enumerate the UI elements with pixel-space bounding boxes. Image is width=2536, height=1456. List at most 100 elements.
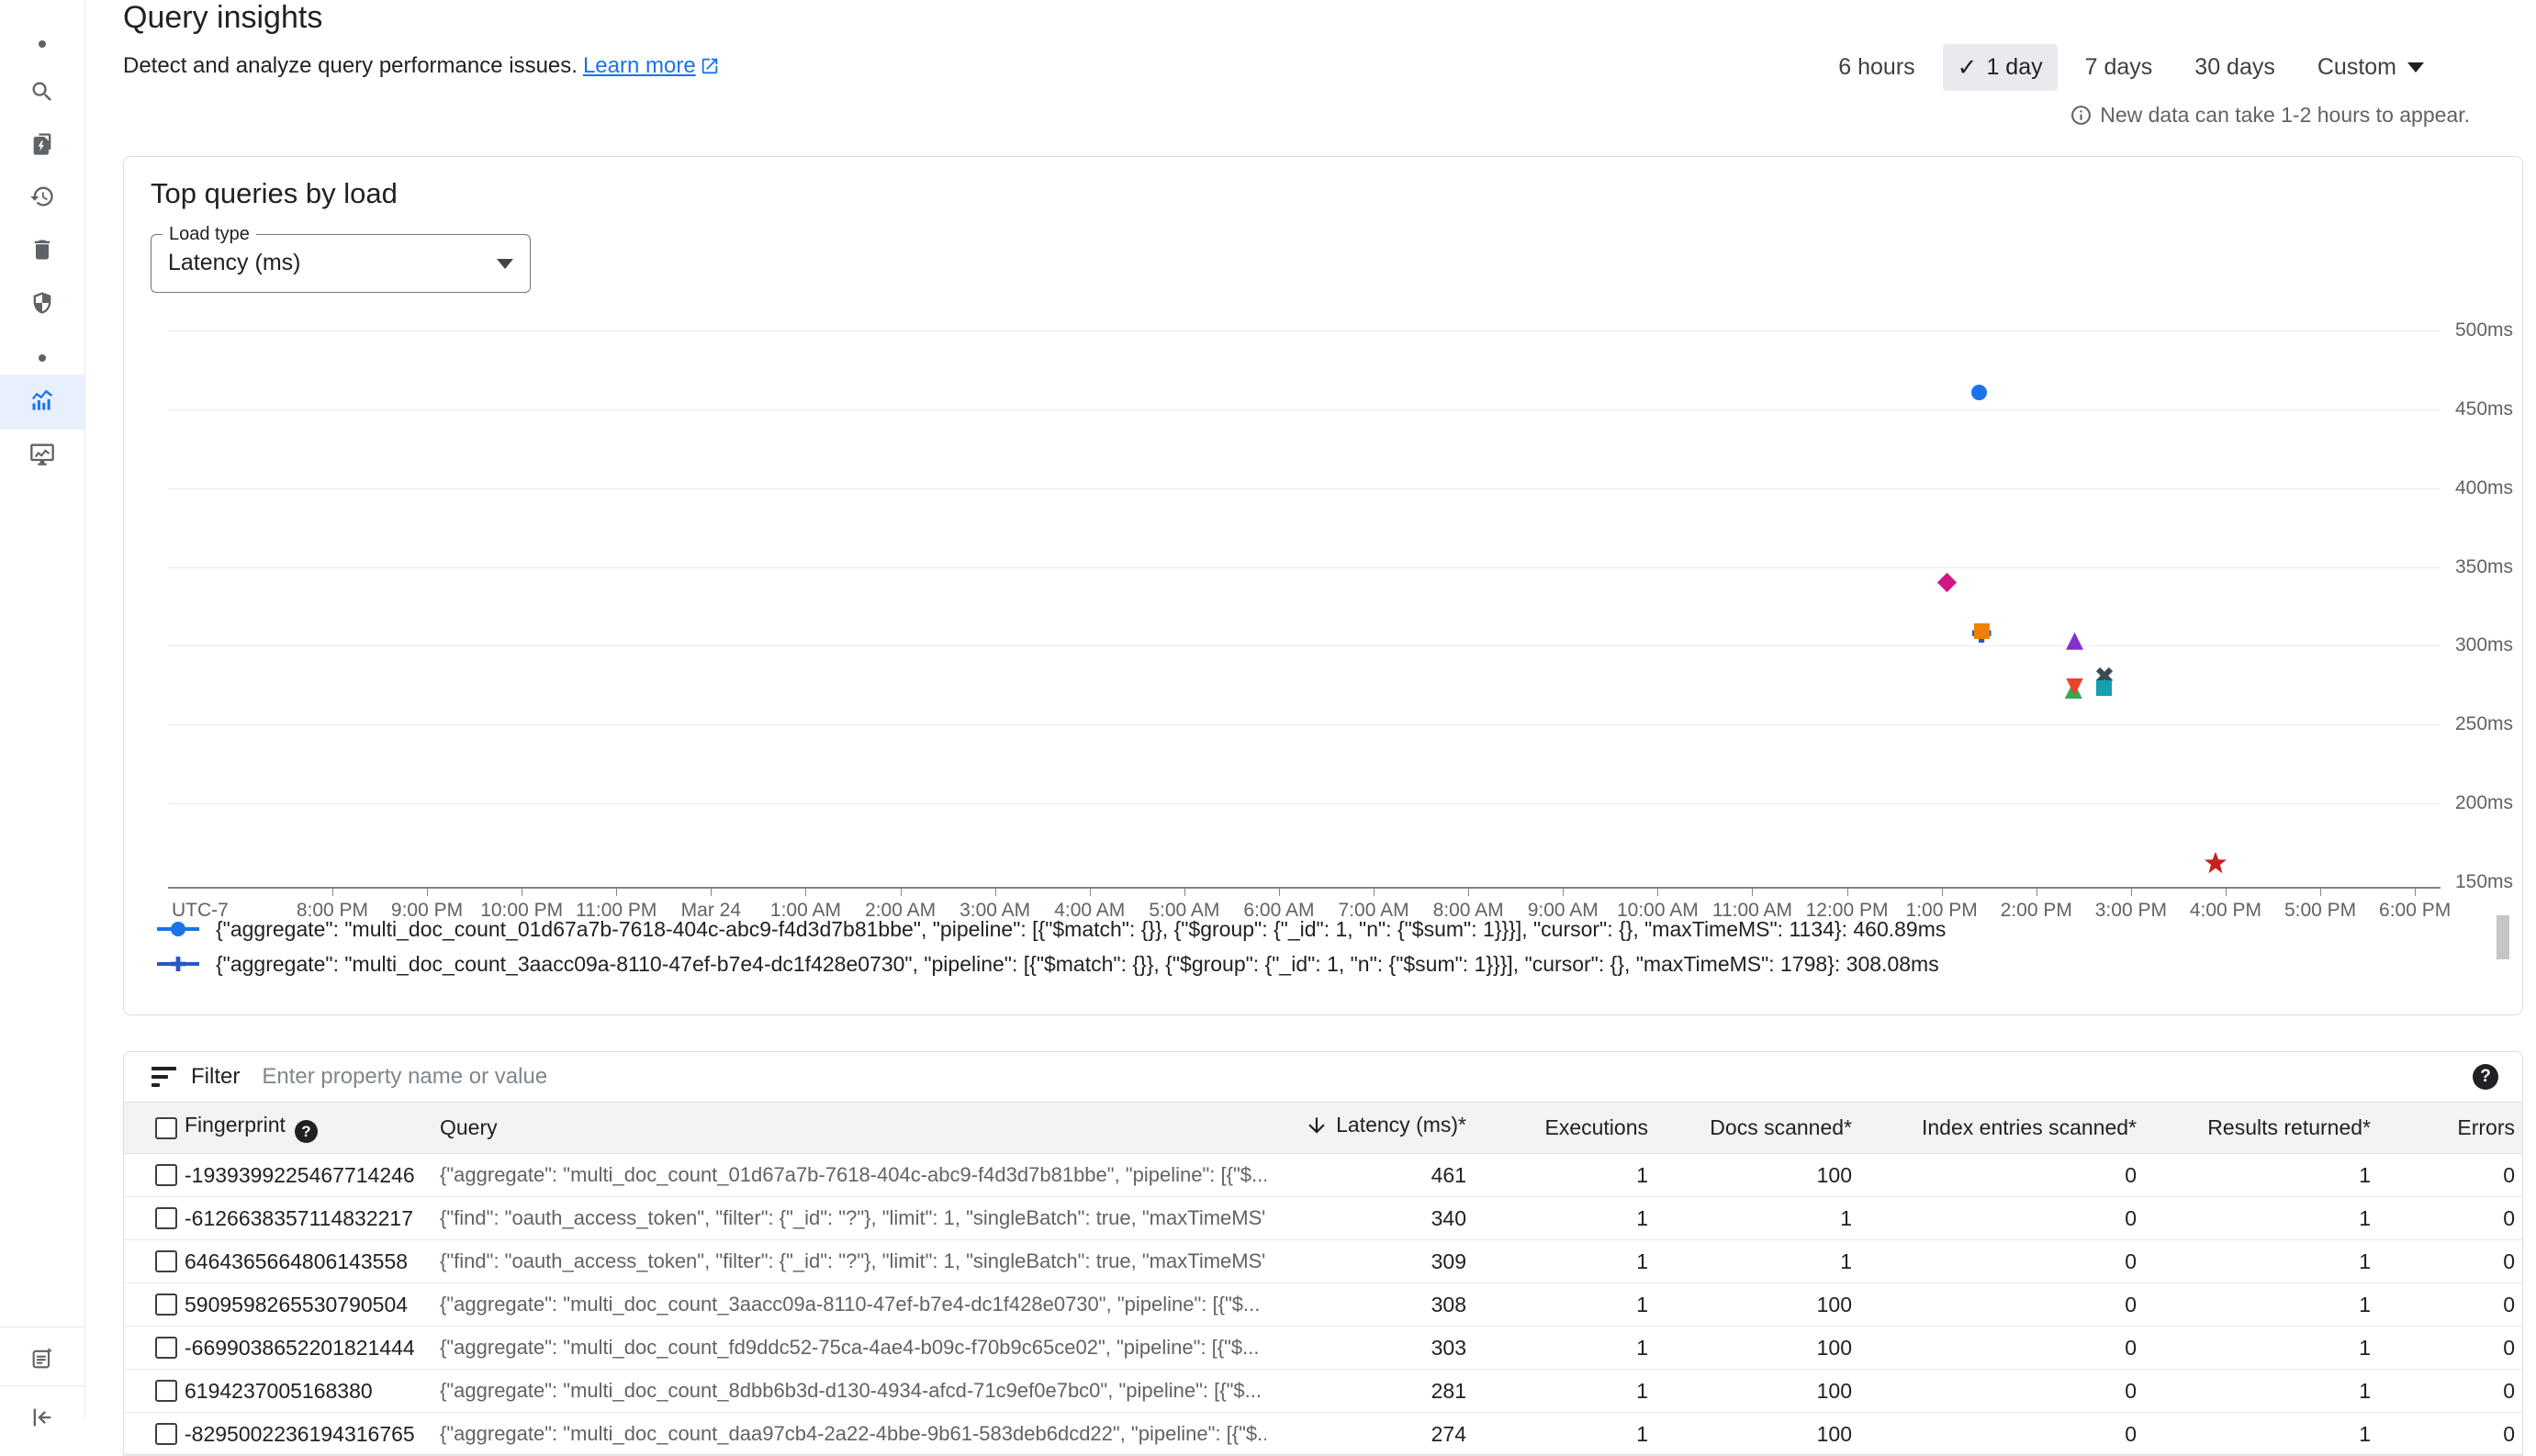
row-checkbox[interactable] <box>155 1164 177 1186</box>
column-header-executions: Executions <box>1466 1115 1648 1140</box>
data-freshness-text: New data can take 1-2 hours to appear. <box>2100 103 2470 128</box>
column-header-label: Index entries scanned* <box>1922 1115 2137 1139</box>
legend-marker-circle <box>157 918 199 940</box>
trash-icon <box>29 237 55 267</box>
value-cell: 340 <box>1266 1206 1466 1231</box>
time-range-6-hours[interactable]: 6 hours <box>1823 45 1929 90</box>
value-cell: 1 <box>2137 1422 2371 1447</box>
time-range-custom[interactable]: Custom <box>2303 45 2439 90</box>
search-icon <box>29 79 55 109</box>
time-range-label: 1 day <box>1986 54 2042 81</box>
column-header-query: Query <box>440 1115 1266 1140</box>
chevron-down-icon <box>2407 62 2424 73</box>
sidebar-item-dot <box>0 17 84 72</box>
value-cell: 1 <box>2137 1336 2371 1361</box>
value-cell: 0 <box>1852 1336 2137 1361</box>
value-cell: 1 <box>2137 1249 2371 1274</box>
value-cell: 0 <box>1852 1249 2137 1274</box>
legend-scrollbar-thumb[interactable] <box>2497 915 2509 959</box>
sidebar-item-query-document[interactable] <box>0 118 84 174</box>
time-range-label: 7 days <box>2085 54 2153 81</box>
value-cell: 1 <box>2137 1379 2371 1404</box>
value-cell: 1 <box>2137 1163 2371 1188</box>
value-cell: 100 <box>1648 1422 1852 1447</box>
filter-help-icon[interactable]: ? <box>2473 1064 2498 1090</box>
time-range-1-day[interactable]: ✓1 day <box>1943 44 2058 91</box>
time-range-selector: 6 hours ✓1 day 7 days 30 days Custom <box>1823 44 2439 91</box>
table-body: -1939399225467714246{"aggregate": "multi… <box>124 1154 2522 1456</box>
time-range-label: 6 hours <box>1838 54 1914 81</box>
y-axis-label: 250ms <box>2455 713 2513 735</box>
sidebar-item-query-insights-chart[interactable] <box>0 375 84 430</box>
row-checkbox[interactable] <box>155 1423 177 1445</box>
shield-icon <box>29 290 55 320</box>
column-header-label: Docs scanned* <box>1710 1115 1852 1139</box>
x-axis-tick <box>901 887 902 896</box>
y-axis-label: 150ms <box>2455 871 2513 893</box>
x-axis-label: 5:00 PM <box>2284 900 2356 922</box>
sidebar-item-collapse-panel[interactable] <box>0 1392 84 1447</box>
value-cell: 0 <box>2371 1422 2524 1447</box>
column-header-latency-ms[interactable]: Latency (ms)* <box>1266 1113 1466 1143</box>
table-row: -8295002236194316765{"aggregate": "multi… <box>124 1413 2522 1456</box>
x-axis-tick <box>1563 887 1564 896</box>
row-checkbox[interactable] <box>155 1250 177 1272</box>
value-cell: 1 <box>1466 1336 1648 1361</box>
sidebar-item-search[interactable] <box>0 66 84 121</box>
x-axis-tick <box>2131 887 2132 896</box>
data-point-diamond <box>1937 573 1957 592</box>
row-checkbox[interactable] <box>155 1380 177 1402</box>
fingerprint-help-icon[interactable]: ? <box>295 1120 318 1143</box>
column-header-docs-scanned: Docs scanned* <box>1648 1115 1852 1140</box>
value-cell: 0 <box>2371 1293 2524 1317</box>
dot-icon <box>39 354 46 362</box>
table-row: -6699038652201821444{"aggregate": "multi… <box>124 1327 2522 1370</box>
column-header-index-entries-scanned: Index entries scanned* <box>1852 1115 2137 1140</box>
value-cell: 0 <box>2371 1206 2524 1231</box>
table-row: 6194237005168380{"aggregate": "multi_doc… <box>124 1370 2522 1413</box>
gridline <box>168 488 2441 489</box>
column-header-results-returned: Results returned* <box>2137 1115 2371 1140</box>
time-range-7-days[interactable]: 7 days <box>2070 45 2168 90</box>
value-cell: 461 <box>1266 1163 1466 1188</box>
learn-more-link[interactable]: Learn more <box>583 53 720 79</box>
query-cell: {"aggregate": "multi_doc_count_fd9ddc52-… <box>440 1336 1266 1360</box>
value-cell: 1 <box>1466 1293 1648 1317</box>
x-axis-label: 6:00 PM <box>2379 900 2451 922</box>
load-type-select[interactable]: Load type Latency (ms) <box>151 234 531 293</box>
sidebar-item-monitor-dashboard[interactable] <box>0 428 84 483</box>
sidebar-item-notes-sparkle[interactable] <box>0 1333 84 1388</box>
value-cell: 1 <box>1466 1163 1648 1188</box>
sidebar-item-trash[interactable] <box>0 224 84 279</box>
x-axis-tick <box>1374 887 1375 896</box>
sidebar-item-shield[interactable] <box>0 277 84 332</box>
chevron-down-icon <box>497 259 513 269</box>
sidebar-item-history[interactable] <box>0 171 84 226</box>
select-all-checkbox[interactable] <box>155 1117 177 1139</box>
value-cell: 1 <box>1648 1206 1852 1231</box>
row-checkbox[interactable] <box>155 1337 177 1359</box>
data-point-square <box>2096 680 2112 696</box>
value-cell: 0 <box>2371 1336 2524 1361</box>
value-cell: 1 <box>1466 1422 1648 1447</box>
filter-input[interactable] <box>260 1063 2458 1091</box>
collapse-panel-icon <box>29 1405 55 1435</box>
gridline <box>168 330 2441 331</box>
query-cell: {"aggregate": "multi_doc_count_daa97cb4-… <box>440 1422 1266 1446</box>
sidebar-divider <box>0 1385 84 1386</box>
y-axis-label: 450ms <box>2455 398 2513 420</box>
value-cell: 100 <box>1648 1336 1852 1361</box>
row-checkbox[interactable] <box>155 1294 177 1316</box>
value-cell: 1 <box>1466 1379 1648 1404</box>
time-range-30-days[interactable]: 30 days <box>2180 45 2290 90</box>
row-checkbox-cell <box>124 1250 185 1272</box>
row-checkbox[interactable] <box>155 1207 177 1229</box>
data-point-star <box>2204 852 2227 875</box>
page-title: Query insights <box>123 0 322 36</box>
x-axis-tick <box>1847 887 1848 896</box>
column-header-label: Fingerprint <box>185 1113 286 1137</box>
value-cell: 100 <box>1648 1293 1852 1317</box>
gridline <box>168 409 2441 410</box>
time-range-label: Custom <box>2317 54 2396 81</box>
time-range-label: 30 days <box>2194 54 2275 81</box>
